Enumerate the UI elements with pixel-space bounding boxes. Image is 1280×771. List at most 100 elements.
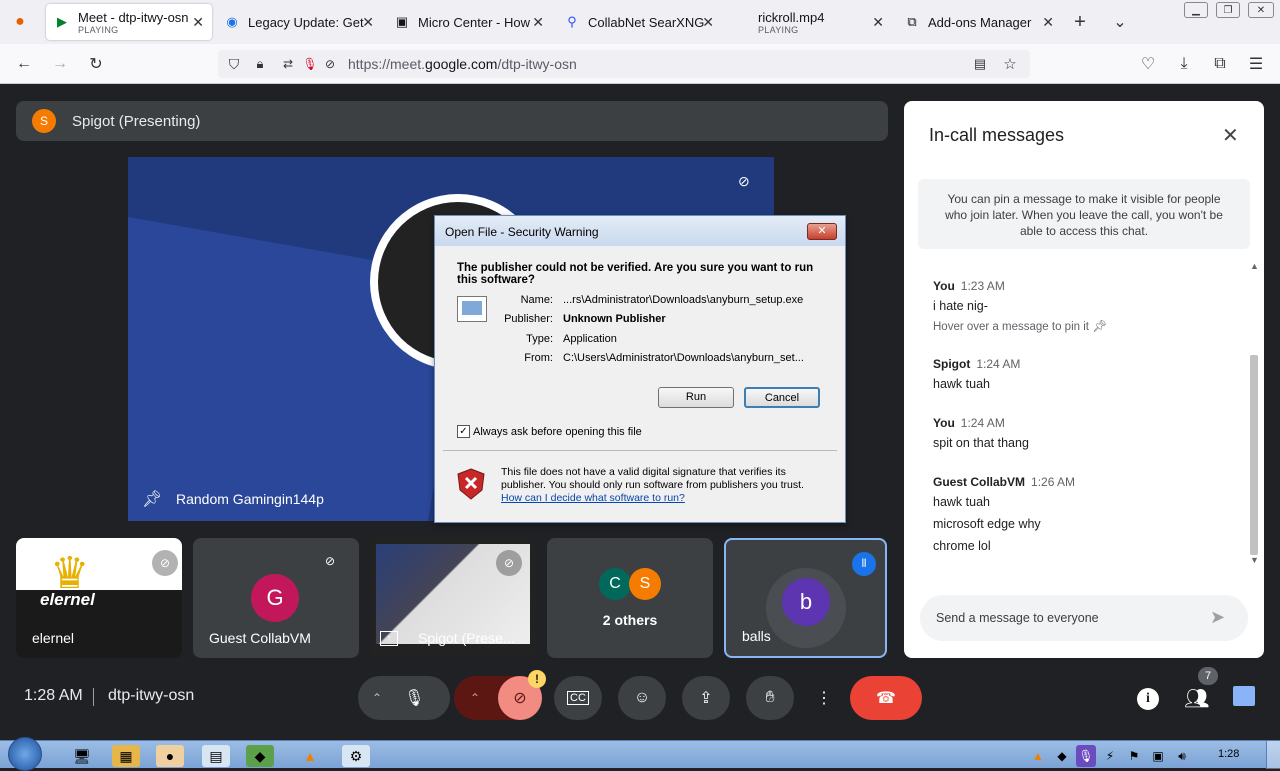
tile-elernel[interactable]: ♛ elernel ⊘ elernel [16,538,182,658]
minimize-icon[interactable]: ▁ [1184,2,1208,18]
pocket-icon[interactable]: ♡ [1136,52,1160,76]
close-tab-icon[interactable]: ✕ [1042,14,1054,31]
pin-icon[interactable]: 📌︎ [1092,321,1107,333]
chat-input[interactable]: Send a message to everyone ➤ [920,595,1248,641]
close-tab-icon[interactable]: ✕ [872,14,884,31]
chat-icon[interactable] [1233,686,1255,706]
message-text: chrome lol [933,539,991,553]
bookmark-star-icon[interactable]: ☆ [998,52,1022,76]
dialog-close-button[interactable]: ✕ [807,223,837,240]
meet-favicon-icon: ▶ [57,14,67,29]
type-label: Type: [526,333,553,345]
message-text: spit on that thang [933,436,1029,450]
url-bar[interactable]: ⛉ 🔒︎ ⇄ 🎙︎ ⊘ https://meet.google.com/dtp-… [218,50,1030,78]
muted-mic-icon: ⊘ [496,550,522,576]
close-tab-icon[interactable]: ✕ [532,14,544,31]
tab-list-chevron-icon[interactable]: ⌄ [1108,10,1132,34]
publisher-label: Publisher: [504,313,553,325]
tray-network-icon[interactable]: ▣ [1148,745,1168,767]
tab-addons[interactable]: ⧉ Add-ons Manager ✕ [896,4,1062,40]
menu-icon[interactable]: ☰ [1244,52,1268,76]
reload-icon[interactable]: ↻ [84,52,108,76]
forward-icon[interactable]: → [48,52,72,76]
taskbar-folder-icon[interactable]: ▦ [112,745,140,767]
chevron-up-icon[interactable]: ⌃ [470,691,480,705]
reactions-button[interactable]: ☺ [618,676,666,720]
camera-blocked-icon[interactable]: ⊘ [318,52,342,76]
tile-overlay-text: elernel [40,590,95,609]
meeting-time: 1:28 AM [24,687,83,704]
tab-micro-center[interactable]: ▣ Micro Center - How ✕ [386,4,552,40]
firefox-logo-icon[interactable]: ● [8,10,32,34]
chevron-up-icon[interactable]: ⌃ [372,691,382,705]
cancel-button[interactable]: Cancel [744,387,820,408]
security-shield-icon [457,468,485,500]
close-chat-icon[interactable]: ✕ [1222,123,1239,148]
taskbar-firefox-icon[interactable]: ● [156,745,184,767]
tray-app-icon[interactable]: ◆ [1052,745,1072,767]
tab-label: Meet - dtp-itwy-osn [78,9,189,25]
chat-scrollbar[interactable]: ▲ ▼ [1250,261,1259,577]
start-button[interactable] [8,737,42,771]
always-ask-checkbox[interactable]: ✓ [457,425,470,438]
tray-flag-icon[interactable]: ⚑ [1124,745,1144,767]
present-button[interactable]: ⇪ [682,676,730,720]
tab-meet[interactable]: ▶ Meet - dtp-itwy-osn PLAYING ✕ [46,4,212,40]
tab-label: CollabNet SearXNG [588,14,705,30]
url-text[interactable]: https://meet.google.com/dtp-itwy-osn [348,56,577,72]
tray-app-icon[interactable]: ⚡︎ [1100,745,1120,767]
mic-control[interactable]: ⌃ 🎙︎ [358,676,450,720]
close-tab-icon[interactable]: ✕ [702,14,714,31]
tab-searxng[interactable]: ⚲ CollabNet SearXNG ✕ [556,4,722,40]
from-label: From: [524,352,553,364]
taskbar-clock[interactable]: 1:28 [1218,748,1239,760]
downloads-icon[interactable]: ⤓ [1172,52,1196,76]
people-icon[interactable]: 👥︎ [1184,686,1209,711]
tray-vlc-icon[interactable]: ▲ [1028,745,1048,767]
taskbar-notepad-icon[interactable]: ▤ [202,745,230,767]
tile-name: elernel [32,630,75,646]
captions-button[interactable]: CC [554,676,602,720]
raise-hand-button[interactable]: ✋︎ [746,676,794,720]
lock-icon[interactable]: 🔒︎ [248,52,272,76]
message-text: hawk tuah [933,377,990,391]
info-icon[interactable]: i [1137,688,1159,710]
taskbar-app-icon[interactable]: ⚙︎ [342,745,370,767]
others-avatar: S [629,568,661,600]
back-icon[interactable]: ← [12,52,36,76]
tile-balls[interactable]: b ⦀ balls [724,538,887,658]
taskbar-app-icon[interactable]: ◆ [246,745,274,767]
shield-icon[interactable]: ⛉ [222,52,246,76]
reader-view-icon[interactable]: ▤ [968,52,992,76]
taskbar-app-icon[interactable]: 🖥︎ [68,745,96,767]
chat-message[interactable]: Spigot 1:24 AM hawk tuah [933,357,1020,391]
tile-guest-collabvm[interactable]: G ⊘ Guest CollabVM [193,538,359,658]
tile-others[interactable]: C S 2 others [547,538,713,658]
pin-icon[interactable]: 📌︎ [142,489,162,509]
muted-mic-icon: ⊘ [325,554,336,568]
tray-volume-icon[interactable]: 🔊︎ [1172,745,1192,767]
leave-call-button[interactable]: ☎︎ [850,676,922,720]
chat-message[interactable]: You 1:24 AM spit on that thang [933,416,1029,450]
close-tab-icon[interactable]: ✕ [192,14,204,31]
tile-spigot-presenting[interactable]: ⊘ ↑ Spigot (Prese... [370,538,536,658]
close-window-icon[interactable]: ✕ [1248,2,1274,18]
tray-mic-icon[interactable]: 🎙︎ [1076,745,1096,767]
message-text: hawk tuah [933,495,990,509]
close-tab-icon[interactable]: ✕ [362,14,374,31]
microphone-icon[interactable]: 🎙︎ [404,688,424,708]
extensions-icon[interactable]: ⧉ [1208,52,1232,76]
send-icon[interactable]: ➤ [1210,607,1225,628]
tab-rickroll[interactable]: rickroll.mp4 PLAYING ✕ [726,4,892,40]
taskbar-vlc-icon[interactable]: ▲ [296,745,324,767]
tab-legacy-update[interactable]: ◉ Legacy Update: Get I ✕ [216,4,382,40]
show-desktop-button[interactable] [1266,741,1280,769]
chat-message[interactable]: You 1:23 AM i hate nig- Hover over a mess… [933,279,1107,333]
help-link[interactable]: How can I decide what software to run? [501,492,685,504]
restore-icon[interactable]: ❐ [1216,2,1240,18]
run-button[interactable]: Run [658,387,734,408]
new-tab-icon[interactable]: + [1068,10,1092,34]
permissions-icon[interactable]: ⇄ [276,52,300,76]
chat-message[interactable]: Guest CollabVM 1:26 AM hawk tuah microsof… [933,475,1075,553]
more-options-button[interactable]: ⋮ [810,676,838,720]
